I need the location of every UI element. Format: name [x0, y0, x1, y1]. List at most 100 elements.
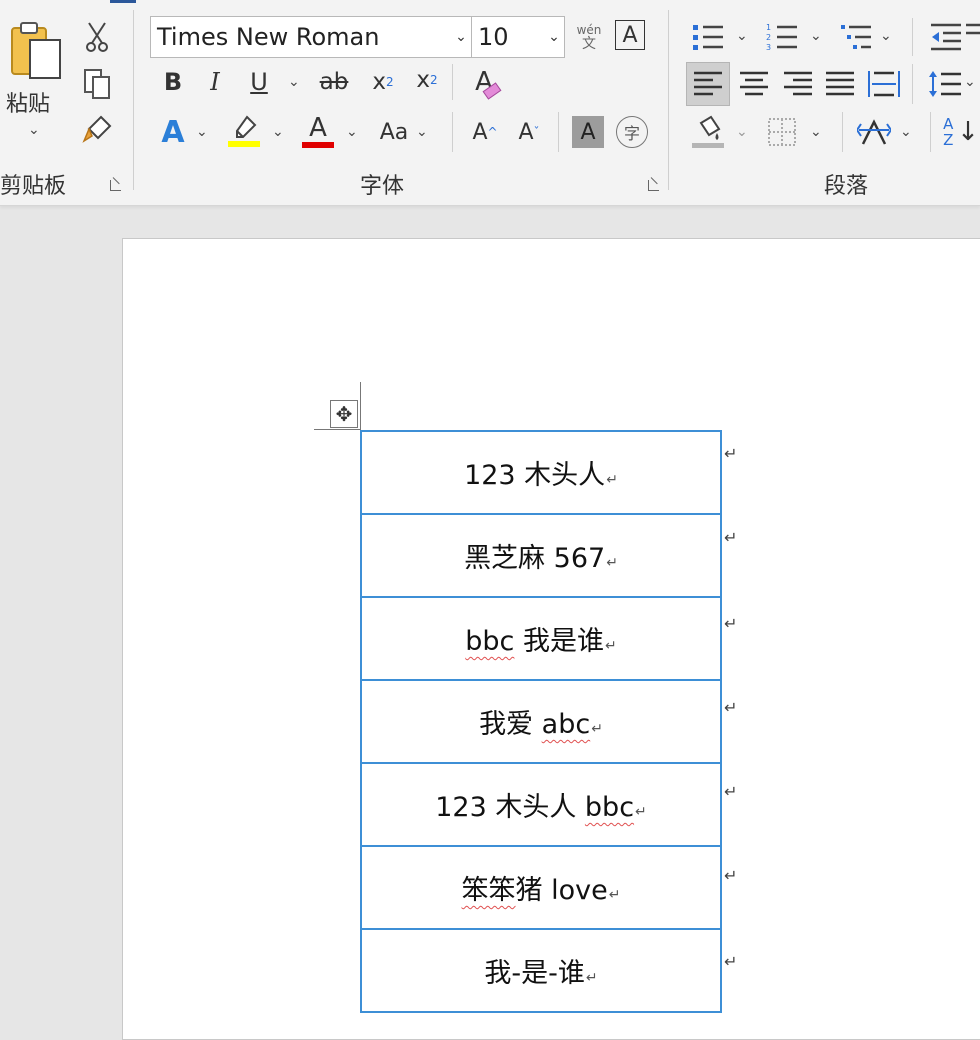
text-effects-chevron-down-icon[interactable]: ⌄ [196, 124, 208, 140]
format-painter-icon[interactable] [80, 112, 114, 148]
down-arrow-icon: ↓ [957, 117, 979, 147]
change-case-chevron-down-icon[interactable]: ⌄ [416, 124, 428, 140]
divider [842, 112, 843, 152]
document-table[interactable]: 123 木头人↵ 黑芝麻 567↵ bbc 我是谁↵ 我爱 abc↵ 123 木头人 b… [360, 430, 722, 1013]
numbering-icon[interactable]: 123 [764, 20, 800, 54]
sort-icon[interactable]: A Z ↓ [942, 112, 980, 152]
table-row[interactable]: bbc 我是谁↵ [360, 596, 722, 681]
line-spacing-icon[interactable] [926, 64, 962, 104]
shading-icon[interactable] [690, 112, 726, 150]
numbering-chevron-down-icon[interactable]: ⌄ [810, 28, 822, 44]
end-of-row-mark-icon: ↵ [724, 782, 738, 801]
asian-layout-chevron-down-icon[interactable]: ⌄ [900, 124, 912, 140]
clipboard-group-label: 剪贴板 [0, 174, 67, 199]
enclose-characters-button[interactable]: 字 [616, 116, 648, 148]
align-left-icon[interactable] [686, 62, 730, 106]
highlight-chevron-down-icon[interactable]: ⌄ [272, 124, 284, 140]
cell-text: abc [541, 709, 591, 740]
bold-button[interactable]: B [158, 66, 188, 98]
font-name-combobox[interactable]: Times New Roman ⌄ [150, 16, 472, 58]
paragraph-mark-icon: ↵ [591, 721, 603, 737]
table-row[interactable]: 123 木头人 bbc↵ [360, 762, 722, 847]
underline-chevron-down-icon[interactable]: ⌄ [288, 74, 300, 90]
copy-icon[interactable] [80, 66, 114, 102]
caret-down-icon: ˇ [533, 125, 540, 139]
justify-icon[interactable] [822, 64, 858, 104]
table-row[interactable]: 123 木头人↵ [360, 430, 722, 515]
table-cell[interactable]: 笨笨猪 love↵ [360, 845, 722, 930]
borders-chevron-down-icon[interactable]: ⌄ [810, 124, 822, 140]
grow-font-button[interactable]: A ^ [470, 116, 500, 148]
font-color-chevron-down-icon[interactable]: ⌄ [346, 124, 358, 140]
table-cell[interactable]: 我-是-谁↵ [360, 928, 722, 1013]
chevron-down-icon[interactable]: ⌄ [544, 29, 564, 45]
end-of-row-mark-icon: ↵ [724, 614, 738, 633]
superscript-button[interactable]: x2 [412, 64, 442, 96]
phonetic-top-text: wén [576, 23, 602, 37]
paste-chevron-down-icon[interactable]: ⌄ [28, 122, 40, 138]
strikethrough-button[interactable]: ab [316, 66, 352, 98]
decrease-indent-icon[interactable] [928, 20, 964, 54]
cell-text: 我-是-谁 [484, 958, 585, 989]
font-group-label: 字体 [360, 174, 405, 199]
superscript-base: x [416, 67, 430, 93]
font-color-button[interactable]: A [300, 112, 336, 150]
multilevel-chevron-down-icon[interactable]: ⌄ [880, 28, 892, 44]
table-cell[interactable]: 黑芝麻 567↵ [360, 513, 722, 598]
distributed-icon[interactable] [866, 64, 902, 104]
table-move-handle-icon[interactable]: ✥ [330, 400, 358, 428]
character-border-button[interactable]: A [615, 20, 645, 50]
underline-button[interactable]: U [244, 66, 274, 98]
divider [452, 112, 453, 152]
end-of-row-mark-icon: ↵ [724, 698, 738, 717]
clipboard-dialog-launcher-icon[interactable] [110, 180, 121, 191]
subscript-button[interactable]: x2 [368, 66, 398, 98]
table-cell[interactable]: 我爱 abc↵ [360, 679, 722, 764]
divider [452, 64, 453, 100]
italic-button[interactable]: I [200, 66, 230, 98]
table-row[interactable]: 我爱 abc↵ [360, 679, 722, 764]
end-of-row-mark-icon: ↵ [724, 528, 738, 547]
character-shading-button[interactable]: A [572, 116, 604, 148]
table-row[interactable]: 笨笨猪 love↵ [360, 845, 722, 930]
cell-text: 笨笨 [461, 875, 516, 906]
line-spacing-chevron-down-icon[interactable]: ⌄ [964, 74, 976, 90]
bullets-chevron-down-icon[interactable]: ⌄ [736, 28, 748, 44]
asian-layout-icon[interactable] [856, 114, 892, 150]
highlight-color-button[interactable] [226, 112, 262, 150]
paste-button-label[interactable]: 粘贴 [6, 86, 50, 118]
font-color-letter: A [309, 113, 327, 143]
cut-icon[interactable] [82, 20, 112, 54]
font-size-combobox[interactable]: 10 ⌄ [471, 16, 565, 58]
phonetic-bottom-text: 文 [582, 36, 596, 52]
shrink-font-button[interactable]: Aˇ [514, 116, 544, 148]
cell-text: bbc [584, 792, 635, 823]
cell-text: 123 木头人 [435, 792, 585, 823]
multilevel-list-icon[interactable] [838, 20, 874, 54]
text-effects-button[interactable]: A [156, 114, 190, 150]
chevron-down-icon[interactable]: ⌄ [451, 29, 471, 45]
table-cell[interactable]: 123 木头人 bbc↵ [360, 762, 722, 847]
table-cell[interactable]: bbc 我是谁↵ [360, 596, 722, 681]
bullets-icon[interactable] [690, 20, 726, 54]
divider [930, 112, 931, 152]
table-row[interactable]: 黑芝麻 567↵ [360, 513, 722, 598]
table-cell[interactable]: 123 木头人↵ [360, 430, 722, 515]
shading-color-swatch [692, 142, 724, 148]
font-dialog-launcher-icon[interactable] [648, 180, 659, 191]
align-right-icon[interactable] [780, 64, 816, 104]
subscript-base: x [372, 69, 386, 95]
phonetic-guide-button[interactable]: wén 文 [572, 18, 606, 56]
active-tab-indicator [110, 0, 136, 3]
paragraph-group-label: 段落 [824, 174, 869, 199]
align-center-icon[interactable] [736, 64, 772, 104]
table-row[interactable]: 我-是-谁↵ [360, 928, 722, 1013]
paste-icon[interactable] [8, 18, 64, 84]
shading-chevron-down-icon[interactable]: ⌄ [736, 124, 748, 140]
clear-formatting-button[interactable]: A [466, 64, 502, 100]
increase-indent-icon[interactable] [966, 20, 980, 54]
paragraph-mark-icon: ↵ [606, 472, 618, 488]
font-color-swatch [302, 142, 334, 148]
borders-icon[interactable] [764, 114, 800, 150]
change-case-button[interactable]: Aa [374, 116, 414, 148]
